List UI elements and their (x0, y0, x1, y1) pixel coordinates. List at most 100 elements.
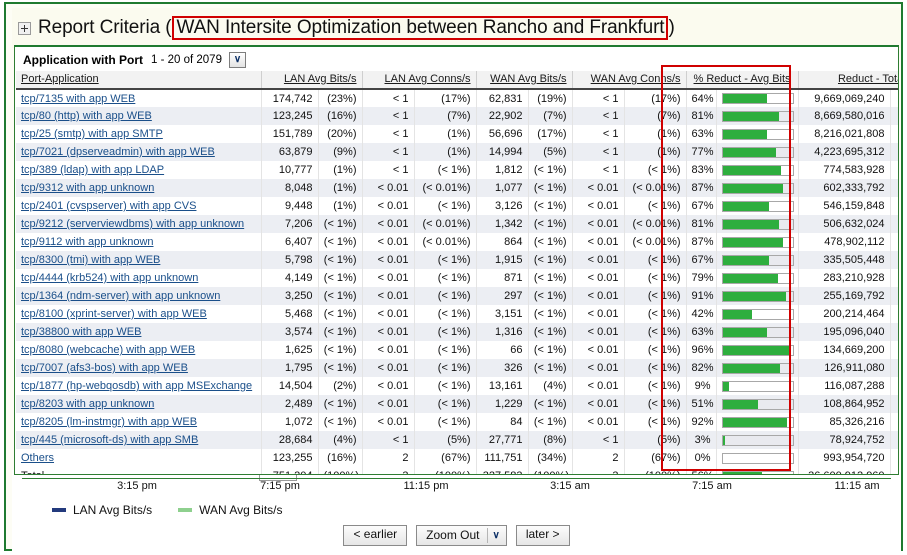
progress-bar-track (721, 290, 794, 302)
cell-port-application[interactable]: tcp/25 (smtp) with app SMTP (16, 125, 262, 143)
header-pct-reduct-avg-bits[interactable]: % Reduct - Avg Bits (686, 71, 799, 90)
port-application-link[interactable]: tcp/445 (microsoft-ds) with app SMB (21, 434, 198, 446)
cell-lan-avg-conns: < 0.01 (362, 233, 415, 251)
cell-wan-avg-conns-pct: (< 1%) (624, 377, 687, 395)
cell-lan-avg-bits: 123,255 (261, 449, 319, 467)
port-application-link[interactable]: tcp/8300 (tmi) with app WEB (21, 254, 160, 266)
port-application-link[interactable]: tcp/9312 with app unknown (21, 182, 154, 194)
table-body: tcp/7135 with app WEB 174,742 (23%) < 1 (17%… (16, 89, 898, 474)
cell-port-application[interactable]: tcp/7021 (dpserveadmin) with app WEB (16, 143, 262, 161)
cell-port-application[interactable]: tcp/1364 (ndm-server) with app unknown (16, 287, 262, 305)
port-application-link[interactable]: tcp/38800 with app WEB (21, 326, 141, 338)
progress-bar-track (721, 200, 794, 212)
cell-port-application[interactable]: tcp/9312 with app unknown (16, 179, 262, 197)
chevron-down-icon[interactable]: ∨ (488, 526, 506, 545)
legend-item-lan: LAN Avg Bits/s (52, 503, 152, 517)
cell-lan-avg-conns: < 0.01 (362, 179, 415, 197)
table-row: tcp/2401 (cvspserver) with app CVS 9,448(… (16, 197, 898, 215)
cell-pct-reduct-bar (716, 431, 799, 449)
cell-wan-avg-bits-pct: (5%) (528, 143, 573, 161)
cell-lan-avg-bits-pct: (< 1%) (318, 233, 363, 251)
port-application-link[interactable]: tcp/4444 (krb524) with app unknown (21, 272, 198, 284)
cell-lan-avg-conns: < 0.01 (362, 395, 415, 413)
cell-wan-avg-bits: 1,229 (476, 395, 529, 413)
cell-wan-avg-bits-pct: (4%) (528, 377, 573, 395)
cell-pct-reduct-value: 87% (686, 233, 717, 251)
port-application-link[interactable]: tcp/9212 (serverviewdbms) with app unkno… (21, 218, 244, 230)
port-application-link[interactable]: tcp/389 (ldap) with app LDAP (21, 164, 164, 176)
port-application-link[interactable]: tcp/7021 (dpserveadmin) with app WEB (21, 146, 215, 158)
port-application-link[interactable]: tcp/9112 with app unknown (21, 236, 154, 248)
header-wan-avg-bits[interactable]: WAN Avg Bits/s (476, 71, 573, 90)
cell-port-application[interactable]: tcp/8300 (tmi) with app WEB (16, 251, 262, 269)
cell-port-application[interactable]: tcp/8205 (lm-instmgr) with app WEB (16, 413, 262, 431)
cell-port-application[interactable]: tcp/7007 (afs3-bos) with app WEB (16, 359, 262, 377)
cell-reduct-total-bits: 126,911,080 (798, 359, 891, 377)
cell-wan-avg-bits: 27,771 (476, 431, 529, 449)
header-port-application[interactable]: Port-Application (16, 71, 262, 90)
cell-port-application[interactable]: tcp/8080 (webcache) with app WEB (16, 341, 262, 359)
cell-pct-reduct-bar (716, 233, 799, 251)
cell-port-application[interactable]: Others (16, 449, 262, 467)
port-application-link[interactable]: tcp/2401 (cvspserver) with app CVS (21, 200, 196, 212)
cell-port-application[interactable]: tcp/2401 (cvspserver) with app CVS (16, 197, 262, 215)
cell-port-application[interactable]: tcp/7135 with app WEB (16, 89, 262, 107)
cell-reduct-total-bits: 255,169,792 (798, 287, 891, 305)
port-application-link[interactable]: tcp/7135 with app WEB (21, 93, 135, 105)
port-application-link[interactable]: tcp/25 (smtp) with app SMTP (21, 128, 163, 140)
header-lan-avg-conns[interactable]: LAN Avg Conns/s (362, 71, 477, 90)
port-application-link[interactable]: tcp/80 (http) with app WEB (21, 110, 152, 122)
cell-lan-avg-bits-pct: (20%) (318, 125, 363, 143)
progress-bar-fill (722, 363, 780, 373)
zoom-out-button[interactable]: Zoom Out ∨ (416, 525, 507, 546)
tick-label: 11:15 pm (403, 480, 449, 492)
later-button[interactable]: later > (515, 525, 570, 546)
port-application-link[interactable]: tcp/8205 (lm-instmgr) with app WEB (21, 416, 197, 428)
port-application-link[interactable]: tcp/7007 (afs3-bos) with app WEB (21, 362, 188, 374)
progress-bar-track (721, 254, 794, 266)
port-application-link[interactable]: tcp/8100 (xprint-server) with app WEB (21, 308, 207, 320)
header-lan-avg-bits[interactable]: LAN Avg Bits/s (261, 71, 363, 90)
cell-port-application[interactable]: tcp/4444 (krb524) with app unknown (16, 269, 262, 287)
cell-port-application[interactable]: tcp/9112 with app unknown (16, 233, 262, 251)
cell-port-application[interactable]: tcp/389 (ldap) with app LDAP (16, 161, 262, 179)
cell-port-application[interactable]: tcp/1877 (hp-webqosdb) with app MSExchan… (16, 377, 262, 395)
cell-port-application[interactable]: tcp/8203 with app unknown (16, 395, 262, 413)
chart-legend: LAN Avg Bits/s WAN Avg Bits/s (52, 503, 283, 517)
cell-lan-avg-bits: 123,245 (261, 107, 319, 125)
cell-wan-avg-bits-pct: (< 1%) (528, 341, 573, 359)
cell-pct-reduct-value: 82% (686, 359, 717, 377)
table-row: tcp/445 (microsoft-ds) with app SMB 28,68… (16, 431, 898, 449)
cell-pct-reduct-bar (716, 395, 799, 413)
cell-wan-avg-conns-pct: (< 0.01%) (624, 179, 687, 197)
cell-reduct-total-bits-pct: (2%) (890, 161, 898, 179)
earlier-button[interactable]: < earlier (343, 525, 408, 546)
header-reduct-total-bits[interactable]: Reduct - Total Bits↓ (798, 71, 898, 90)
report-table: Port-Application LAN Avg Bits/s LAN Avg … (16, 71, 898, 474)
cell-lan-avg-bits: 6,407 (261, 233, 319, 251)
plus-box-icon[interactable] (18, 21, 31, 35)
cell-lan-avg-bits: 1,625 (261, 341, 319, 359)
progress-bar-track (721, 398, 794, 410)
table-row: tcp/9112 with app unknown 6,407 (< 1%) < 0.… (16, 233, 898, 251)
cell-port-application[interactable]: tcp/38800 with app WEB (16, 323, 262, 341)
cell-port-application[interactable]: tcp/80 (http) with app WEB (16, 107, 262, 125)
cell-wan-avg-bits-pct: (< 1%) (528, 251, 573, 269)
cell-reduct-total-bits-pct: (22%) (890, 125, 898, 143)
port-application-link[interactable]: tcp/8203 with app unknown (21, 398, 154, 410)
progress-bar-track (721, 452, 794, 464)
cell-port-application[interactable]: tcp/445 (microsoft-ds) with app SMB (16, 431, 262, 449)
panel-dropdown-icon[interactable]: ∨ (228, 52, 246, 68)
cell-port-application[interactable]: tcp/8100 (xprint-server) with app WEB (16, 305, 262, 323)
cell-lan-avg-conns-pct: (< 1%) (414, 287, 477, 305)
header-wan-avg-conns[interactable]: WAN Avg Conns/s (572, 71, 687, 90)
cell-reduct-total-bits: 116,087,288 (798, 377, 891, 395)
cell-lan-avg-bits: 151,789 (261, 125, 319, 143)
port-application-link[interactable]: tcp/8080 (webcache) with app WEB (21, 344, 195, 356)
cell-port-application[interactable]: tcp/9212 (serverviewdbms) with app unkno… (16, 215, 262, 233)
port-application-link[interactable]: tcp/1877 (hp-webqosdb) with app MSExchan… (21, 380, 252, 392)
port-application-link[interactable]: Others (21, 452, 54, 464)
progress-bar-fill (722, 147, 777, 157)
cell-reduct-total-bits: 78,924,752 (798, 431, 891, 449)
port-application-link[interactable]: tcp/1364 (ndm-server) with app unknown (21, 290, 220, 302)
